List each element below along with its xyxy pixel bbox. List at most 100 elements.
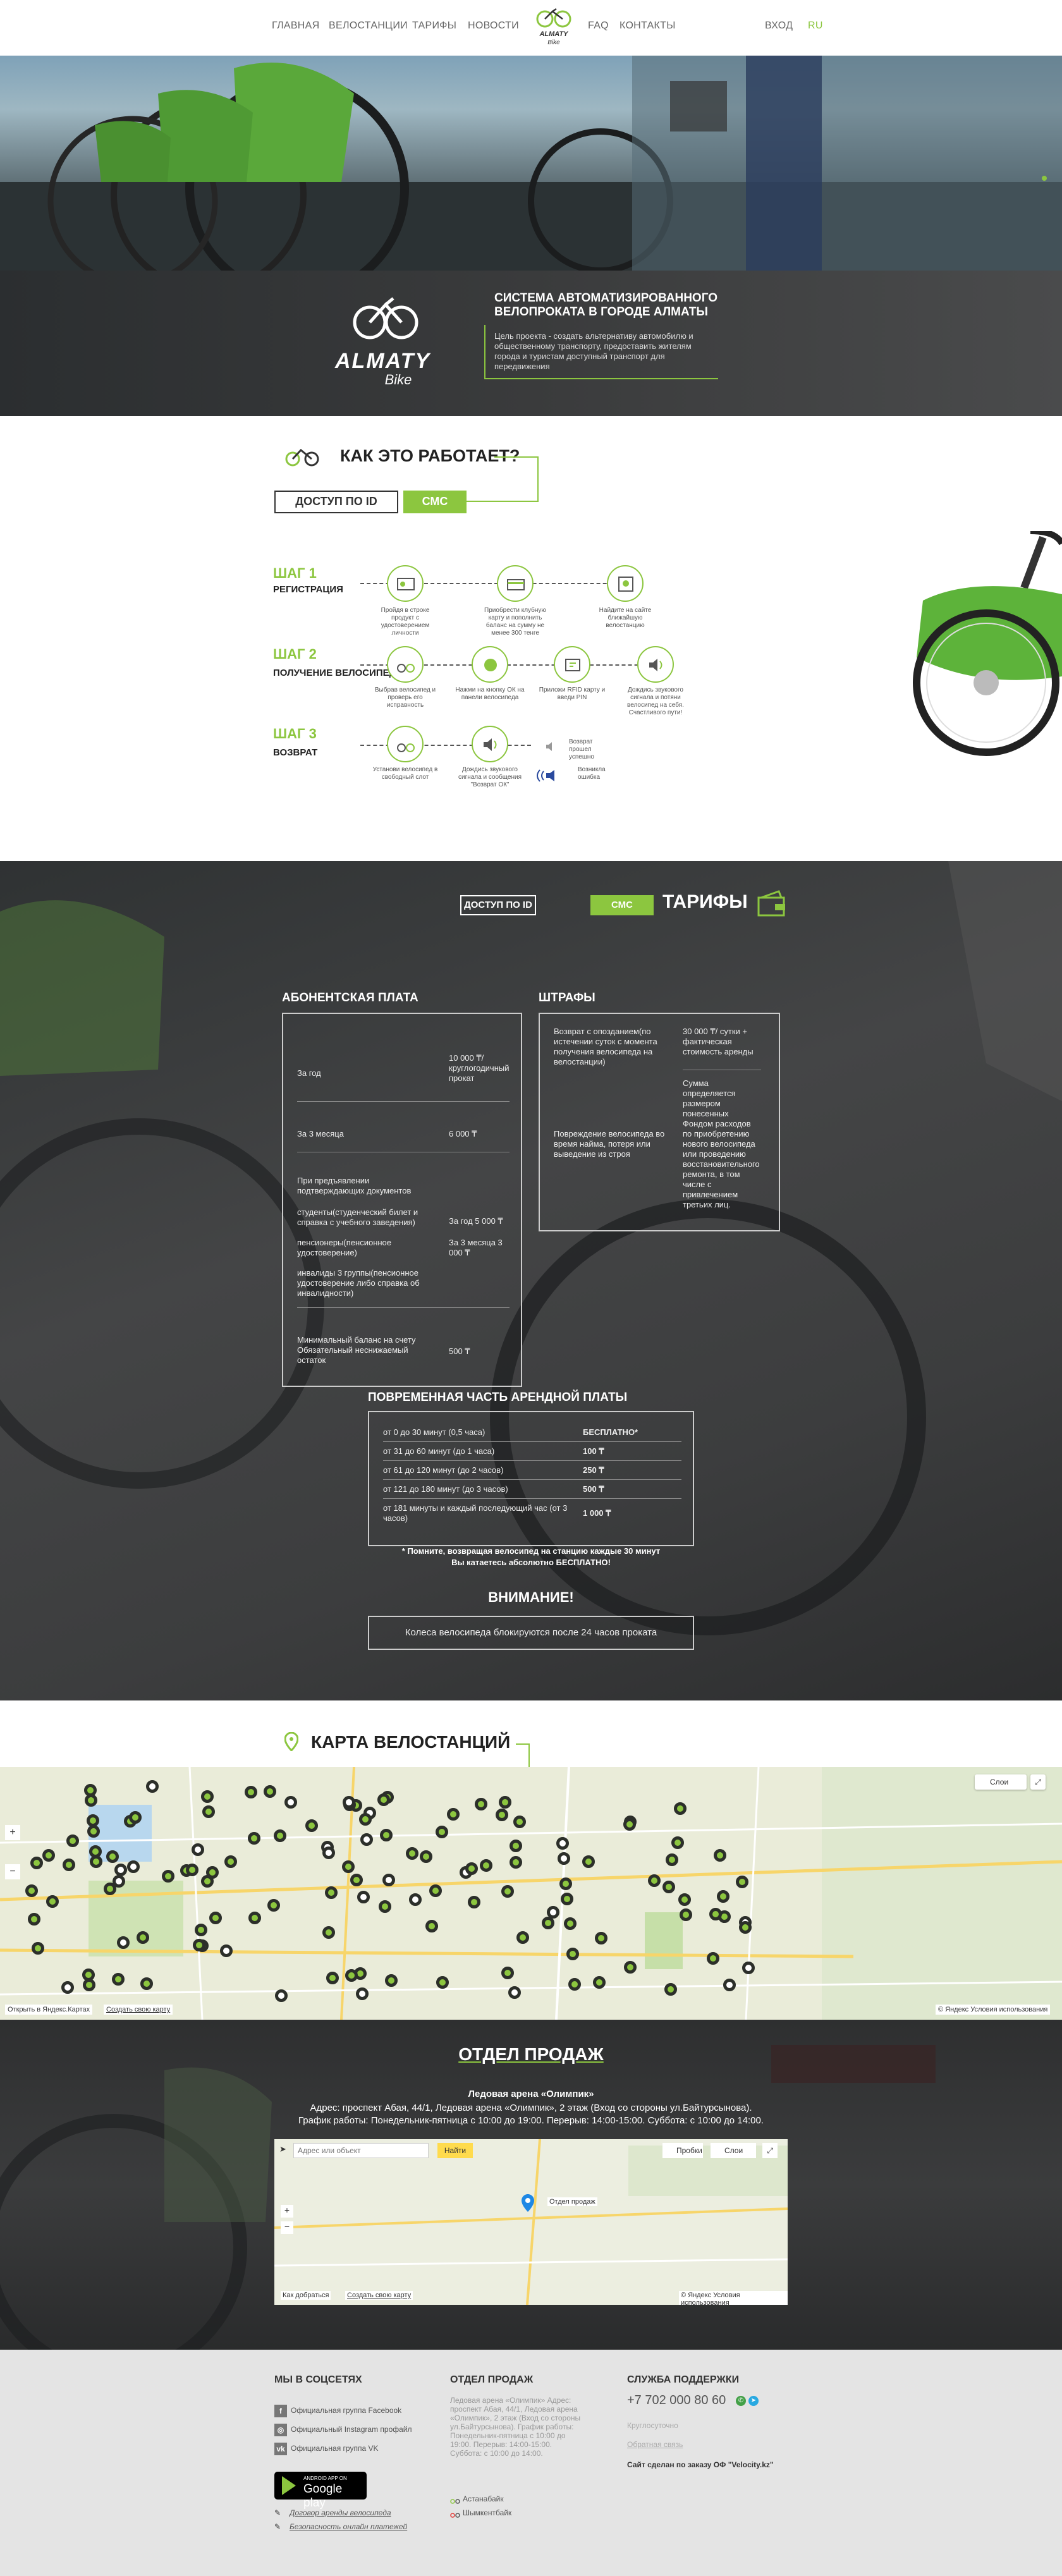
station-marker[interactable] bbox=[425, 1919, 438, 1932]
create-map-link[interactable]: Создать свою карту bbox=[345, 2291, 413, 2300]
station-marker[interactable] bbox=[322, 1926, 335, 1939]
station-marker[interactable] bbox=[324, 1886, 338, 1900]
feedback-link[interactable]: Обратная связь bbox=[627, 2440, 683, 2449]
route-link[interactable]: Как добраться bbox=[281, 2291, 331, 2300]
station-marker[interactable] bbox=[267, 1899, 280, 1912]
station-marker[interactable] bbox=[556, 1836, 570, 1850]
google-play-badge[interactable]: ANDROID APP ON Google play bbox=[274, 2472, 367, 2510]
station-marker[interactable] bbox=[582, 1855, 595, 1868]
station-marker[interactable] bbox=[284, 1796, 297, 1809]
telegram-icon[interactable]: ➤ bbox=[748, 2396, 759, 2406]
map-layers-button[interactable]: Слои bbox=[711, 2143, 756, 2158]
fullscreen-icon[interactable]: ⤢ bbox=[1030, 1774, 1046, 1790]
station-marker[interactable] bbox=[429, 1884, 442, 1897]
station-marker[interactable] bbox=[87, 1824, 101, 1838]
station-marker[interactable] bbox=[31, 1942, 44, 1955]
support-phone[interactable]: +7 702 000 80 60 bbox=[627, 2393, 726, 2408]
station-marker[interactable] bbox=[623, 1817, 637, 1831]
station-marker[interactable] bbox=[384, 1974, 398, 1987]
station-marker[interactable] bbox=[479, 1859, 492, 1872]
station-marker[interactable] bbox=[436, 1975, 449, 1989]
station-marker[interactable] bbox=[205, 1865, 219, 1879]
station-marker[interactable] bbox=[377, 1793, 390, 1806]
station-marker[interactable] bbox=[28, 1912, 41, 1926]
whatsapp-icon[interactable]: ✆ bbox=[736, 2396, 746, 2406]
station-marker[interactable] bbox=[674, 1802, 687, 1815]
station-marker[interactable] bbox=[112, 1972, 125, 1986]
map-layers-button[interactable]: Слои bbox=[975, 1774, 1027, 1790]
tab-access-id[interactable]: ДОСТУП ПО ID bbox=[274, 491, 398, 513]
station-marker[interactable] bbox=[592, 1976, 606, 1989]
station-marker[interactable] bbox=[405, 1847, 418, 1860]
tariffs-tab-sms[interactable]: СМС bbox=[590, 895, 654, 915]
nav-tariffs[interactable]: ТАРИФЫ bbox=[412, 20, 456, 32]
instagram-icon[interactable]: ◎ bbox=[274, 2424, 287, 2436]
station-marker[interactable] bbox=[128, 1811, 142, 1824]
office-marker-icon[interactable] bbox=[521, 2194, 535, 2213]
station-marker[interactable] bbox=[665, 1853, 678, 1867]
station-marker[interactable] bbox=[465, 1862, 478, 1875]
station-marker[interactable] bbox=[513, 1816, 526, 1829]
tab-sms[interactable]: СМС bbox=[403, 491, 467, 513]
station-marker[interactable] bbox=[678, 1893, 691, 1906]
station-marker[interactable] bbox=[305, 1819, 319, 1832]
zoom-out-icon[interactable]: − bbox=[5, 1864, 20, 1879]
station-marker[interactable] bbox=[114, 1863, 128, 1876]
nav-contacts[interactable]: КОНТАКТЫ bbox=[620, 20, 676, 32]
station-marker[interactable] bbox=[186, 1863, 199, 1876]
tariffs-tab-access-id[interactable]: ДОСТУП ПО ID bbox=[460, 895, 536, 915]
station-marker[interactable] bbox=[647, 1874, 661, 1888]
slider-dot[interactable] bbox=[1042, 176, 1047, 181]
lang-switch[interactable]: RU bbox=[808, 20, 823, 32]
rental-agreement-link[interactable]: Договор аренды велосипеда bbox=[290, 2508, 391, 2517]
station-marker[interactable] bbox=[671, 1836, 684, 1849]
station-marker[interactable] bbox=[191, 1843, 204, 1856]
map-terms[interactable]: © Яндекс Условия использования bbox=[936, 2005, 1051, 2015]
zoom-out-icon[interactable]: − bbox=[281, 2221, 293, 2234]
zoom-in-icon[interactable]: + bbox=[281, 2205, 293, 2218]
vk-link[interactable]: Официальная группа VK bbox=[291, 2444, 378, 2453]
station-marker[interactable] bbox=[66, 1834, 79, 1848]
station-marker[interactable] bbox=[624, 1960, 637, 1974]
zoom-in-icon[interactable]: + bbox=[5, 1825, 20, 1840]
station-marker[interactable] bbox=[104, 1882, 117, 1895]
vk-icon[interactable]: vk bbox=[274, 2443, 287, 2455]
station-marker[interactable] bbox=[89, 1855, 102, 1868]
partner-shymkent-link[interactable]: Шымкентбайк bbox=[463, 2508, 511, 2517]
station-marker[interactable] bbox=[326, 1972, 339, 1984]
station-marker[interactable] bbox=[409, 1893, 422, 1906]
station-marker[interactable] bbox=[224, 1855, 237, 1868]
station-marker[interactable] bbox=[274, 1829, 287, 1842]
map-find-button[interactable]: Найти bbox=[437, 2143, 473, 2158]
station-marker[interactable] bbox=[379, 1900, 392, 1913]
station-marker[interactable] bbox=[248, 1831, 261, 1845]
locate-icon[interactable]: ➤ bbox=[279, 2144, 288, 2157]
station-marker[interactable] bbox=[419, 1850, 432, 1864]
instagram-link[interactable]: Официальный Instagram профайл bbox=[291, 2425, 412, 2434]
payment-security-link[interactable]: Безопасность онлайн платежей bbox=[290, 2522, 407, 2531]
sales-map[interactable]: ➤ Найти Пробки Слои ⤢ + − Отдел продаж К… bbox=[274, 2139, 788, 2305]
fullscreen-icon[interactable]: ⤢ bbox=[762, 2143, 778, 2158]
open-yandex-link[interactable]: Открыть в Яндекс.Картах bbox=[5, 2005, 93, 2015]
station-marker[interactable] bbox=[501, 1966, 514, 1979]
station-marker[interactable] bbox=[106, 1850, 119, 1863]
station-marker[interactable] bbox=[161, 1869, 174, 1883]
station-marker[interactable] bbox=[709, 1907, 722, 1920]
partner-astana-link[interactable]: Астанабайк bbox=[463, 2494, 504, 2503]
station-marker[interactable] bbox=[355, 1987, 369, 2000]
station-marker[interactable] bbox=[140, 1977, 153, 1990]
station-marker[interactable] bbox=[662, 1881, 675, 1894]
station-marker[interactable] bbox=[564, 1917, 577, 1930]
nav-faq[interactable]: FAQ bbox=[588, 20, 609, 32]
station-marker[interactable] bbox=[723, 1979, 736, 1992]
nav-login[interactable]: ВХОД bbox=[765, 20, 793, 32]
nav-news[interactable]: НОВОСТИ bbox=[468, 20, 519, 32]
station-marker[interactable] bbox=[244, 1786, 257, 1799]
station-marker[interactable] bbox=[358, 1813, 372, 1826]
stations-map[interactable]: Слои ⤢ + − Открыть в Яндекс.Картах Созда… bbox=[0, 1767, 1062, 2020]
nav-home[interactable]: ГЛАВНАЯ bbox=[272, 20, 320, 32]
station-marker[interactable] bbox=[357, 1890, 370, 1903]
station-marker[interactable] bbox=[508, 1986, 522, 1999]
support-hours-link[interactable]: Круглосуточно bbox=[627, 2421, 678, 2430]
station-marker[interactable] bbox=[145, 1780, 159, 1793]
